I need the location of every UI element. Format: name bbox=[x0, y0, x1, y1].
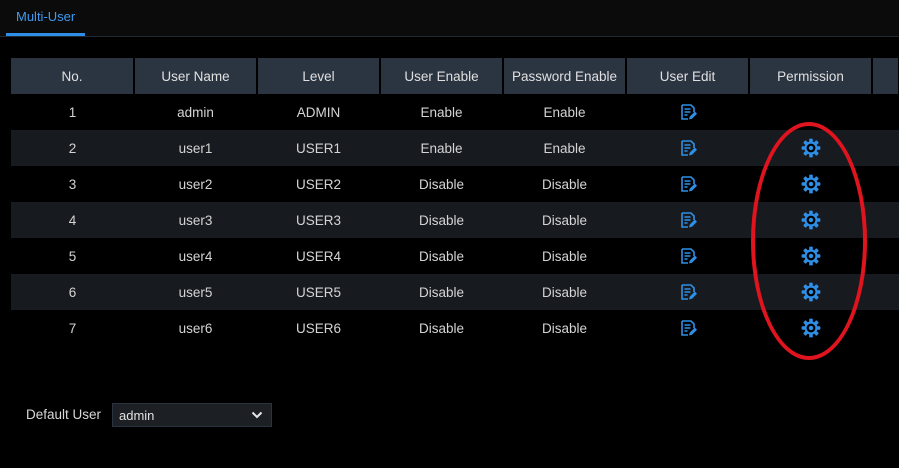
cell-level: USER6 bbox=[257, 310, 380, 346]
cell-password-enable: Disable bbox=[503, 166, 626, 202]
cell-blank bbox=[872, 94, 899, 130]
default-user-value: admin bbox=[119, 408, 155, 423]
gear-icon[interactable] bbox=[801, 246, 821, 266]
header-user-enable: User Enable bbox=[380, 58, 504, 94]
cell-no: 1 bbox=[11, 94, 134, 130]
tab-multi-user[interactable]: Multi-User bbox=[6, 0, 86, 36]
edit-icon[interactable] bbox=[679, 319, 697, 337]
cell-user-enable: Disable bbox=[380, 274, 503, 310]
table-header-row: No. User Name Level User Enable Password… bbox=[11, 58, 899, 94]
cell-password-enable: Disable bbox=[503, 202, 626, 238]
cell-user-enable: Disable bbox=[380, 166, 503, 202]
cell-no: 2 bbox=[11, 130, 134, 166]
edit-icon[interactable] bbox=[679, 283, 697, 301]
cell-user-edit bbox=[626, 274, 749, 310]
cell-permission bbox=[749, 130, 872, 166]
cell-no: 6 bbox=[11, 274, 134, 310]
cell-level: USER2 bbox=[257, 166, 380, 202]
cell-no: 3 bbox=[11, 166, 134, 202]
cell-user-enable: Enable bbox=[380, 130, 503, 166]
gear-icon[interactable] bbox=[801, 210, 821, 230]
cell-user-name: user1 bbox=[134, 130, 257, 166]
cell-no: 5 bbox=[11, 238, 134, 274]
edit-icon[interactable] bbox=[679, 247, 697, 265]
cell-blank bbox=[872, 274, 899, 310]
cell-permission bbox=[749, 94, 872, 130]
cell-permission bbox=[749, 238, 872, 274]
cell-blank bbox=[872, 238, 899, 274]
table-row: 2 user1 USER1 Enable Enable bbox=[11, 130, 899, 166]
cell-no: 4 bbox=[11, 202, 134, 238]
gear-icon[interactable] bbox=[801, 138, 821, 158]
cell-password-enable: Disable bbox=[503, 310, 626, 346]
table-row: 1 admin ADMIN Enable Enable bbox=[11, 94, 899, 130]
cell-user-edit bbox=[626, 94, 749, 130]
cell-level: USER1 bbox=[257, 130, 380, 166]
cell-user-edit bbox=[626, 238, 749, 274]
header-user-name: User Name bbox=[134, 58, 258, 94]
table-row: 4 user3 USER3 Disable Disable bbox=[11, 202, 899, 238]
cell-level: ADMIN bbox=[257, 94, 380, 130]
gear-icon[interactable] bbox=[801, 318, 821, 338]
table-row: 7 user6 USER6 Disable Disable bbox=[11, 310, 899, 346]
cell-permission bbox=[749, 202, 872, 238]
header-no: No. bbox=[11, 58, 135, 94]
cell-permission bbox=[749, 310, 872, 346]
cell-user-enable: Disable bbox=[380, 202, 503, 238]
edit-icon[interactable] bbox=[679, 103, 697, 121]
edit-icon[interactable] bbox=[679, 211, 697, 229]
cell-permission bbox=[749, 166, 872, 202]
cell-password-enable: Disable bbox=[503, 238, 626, 274]
cell-level: USER4 bbox=[257, 238, 380, 274]
cell-level: USER3 bbox=[257, 202, 380, 238]
user-table: No. User Name Level User Enable Password… bbox=[11, 58, 899, 346]
edit-icon[interactable] bbox=[679, 139, 697, 157]
cell-password-enable: Enable bbox=[503, 94, 626, 130]
default-user-select[interactable]: admin bbox=[112, 403, 272, 427]
cell-user-name: user3 bbox=[134, 202, 257, 238]
cell-user-edit bbox=[626, 130, 749, 166]
cell-blank bbox=[872, 310, 899, 346]
cell-user-enable: Enable bbox=[380, 94, 503, 130]
cell-user-name: admin bbox=[134, 94, 257, 130]
header-level: Level bbox=[257, 58, 381, 94]
user-table-container: No. User Name Level User Enable Password… bbox=[11, 58, 899, 346]
table-body: 1 admin ADMIN Enable Enable 2 user1 USER1 Enable… bbox=[11, 94, 899, 346]
cell-blank bbox=[872, 202, 899, 238]
header-permission: Permission bbox=[749, 58, 873, 94]
cell-user-enable: Disable bbox=[380, 238, 503, 274]
chevron-down-icon bbox=[251, 410, 263, 420]
cell-user-edit bbox=[626, 202, 749, 238]
top-tab-bar: Multi-User bbox=[0, 0, 899, 37]
table-row: 3 user2 USER2 Disable Disable bbox=[11, 166, 899, 202]
header-blank bbox=[872, 58, 899, 94]
cell-user-edit bbox=[626, 166, 749, 202]
gear-icon[interactable] bbox=[801, 282, 821, 302]
cell-blank bbox=[872, 166, 899, 202]
edit-icon[interactable] bbox=[679, 175, 697, 193]
cell-user-name: user2 bbox=[134, 166, 257, 202]
default-user-label: Default User bbox=[26, 407, 102, 422]
header-password-enable: Password Enable bbox=[503, 58, 627, 94]
gear-icon[interactable] bbox=[801, 174, 821, 194]
cell-user-name: user6 bbox=[134, 310, 257, 346]
cell-blank bbox=[872, 130, 899, 166]
cell-user-name: user5 bbox=[134, 274, 257, 310]
cell-user-edit bbox=[626, 310, 749, 346]
cell-user-enable: Disable bbox=[380, 310, 503, 346]
cell-permission bbox=[749, 274, 872, 310]
cell-level: USER5 bbox=[257, 274, 380, 310]
header-user-edit: User Edit bbox=[626, 58, 750, 94]
table-row: 5 user4 USER4 Disable Disable bbox=[11, 238, 899, 274]
cell-password-enable: Enable bbox=[503, 130, 626, 166]
cell-no: 7 bbox=[11, 310, 134, 346]
cell-user-name: user4 bbox=[134, 238, 257, 274]
cell-password-enable: Disable bbox=[503, 274, 626, 310]
table-row: 6 user5 USER5 Disable Disable bbox=[11, 274, 899, 310]
